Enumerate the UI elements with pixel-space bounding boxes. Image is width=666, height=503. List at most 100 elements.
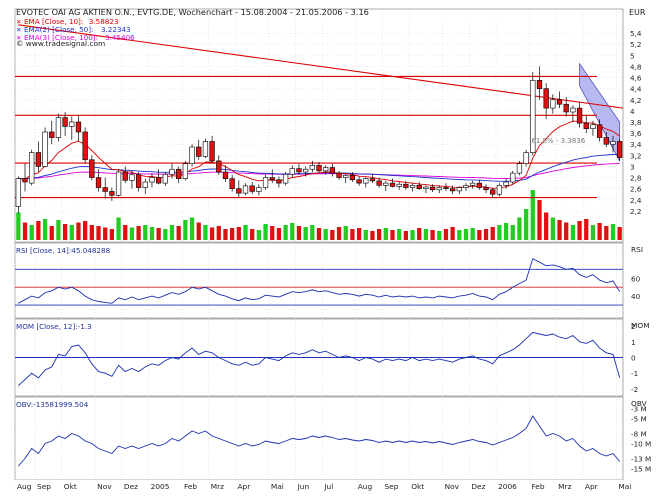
price-y-tick-label: 3,2 [630, 151, 641, 160]
candle-body [356, 179, 362, 184]
candle-body [470, 182, 476, 186]
candle-body [122, 171, 128, 181]
candle-body [343, 175, 349, 178]
candle-body [516, 163, 523, 174]
x-tick-label: Aug [17, 482, 32, 491]
price-y-tick-label: 5,4 [630, 29, 642, 38]
candle-body [276, 179, 282, 184]
price-y-tick-label: 5 [630, 51, 635, 60]
volume-bar [16, 212, 21, 240]
price-y-tick-label: 3 [630, 162, 635, 171]
candle-body [349, 175, 356, 181]
volume-bar [323, 229, 328, 240]
volume-bar [523, 209, 529, 240]
candle-body [396, 183, 402, 187]
volume-bar [483, 229, 489, 240]
obv-axis-label: OBV [631, 399, 647, 408]
volume-bar [450, 227, 455, 240]
candle-body [463, 185, 469, 188]
x-tick-label: Jun [297, 482, 310, 491]
volume-bar [42, 219, 48, 240]
candle-body [376, 180, 382, 186]
obv-y-tick-label: -13 M [631, 455, 651, 464]
chart-window: Aug Sep Okt Nov Dez 2005 Feb Mrz Apr Mai Jun Jul Aug… [0, 0, 666, 499]
volume-bar [356, 228, 362, 240]
price-y-tick-label: 4,4 [630, 85, 642, 94]
volume-bar [403, 231, 408, 240]
obv-y-tick-label: -5 M [631, 415, 647, 424]
volume-bar [83, 221, 88, 240]
candle-body [189, 146, 195, 164]
volume-bar [350, 229, 355, 240]
candle-body [82, 131, 88, 161]
candle-body [543, 88, 549, 109]
volume-bar [430, 230, 435, 240]
volume-bar [597, 223, 602, 240]
volume-bar [143, 225, 148, 240]
source-credit: © www.tradesignal.com [16, 39, 105, 48]
fibonacci-annotation: 61.8% - 3.3836 [531, 137, 585, 145]
volume-bar [109, 229, 115, 240]
volume-bar [490, 227, 495, 240]
volume-bar [570, 225, 576, 240]
volume-bar [517, 217, 522, 240]
volume-bar [590, 225, 596, 240]
candle-body [229, 178, 235, 189]
x-tick-label: Feb [531, 482, 544, 491]
currency-label: EUR [629, 8, 646, 17]
candle-body [169, 168, 175, 175]
candle-body [75, 121, 82, 133]
candle-body [95, 177, 102, 188]
volume-bar [183, 220, 188, 240]
candle-body [556, 99, 563, 105]
price-y-tick-label: 2,2 [630, 207, 641, 216]
volume-bar [230, 228, 235, 240]
candle-body [329, 167, 336, 174]
candle-body [323, 167, 329, 172]
candle-body [416, 185, 422, 189]
candle-body [523, 152, 529, 164]
candle-body [196, 146, 202, 157]
volume-bar [330, 230, 335, 240]
candle-body [617, 141, 623, 158]
volume-bar [417, 228, 422, 240]
obv-y-tick-label: -8 M [631, 430, 647, 439]
volume-bar [537, 200, 542, 240]
x-tick-label: Nov [97, 482, 112, 491]
volume-bar [169, 225, 175, 240]
candle-body [510, 172, 516, 183]
candle-body [336, 172, 342, 178]
volume-bar [383, 228, 388, 240]
candle-body [490, 189, 496, 195]
mom-y-tick-label: -2 [631, 385, 638, 394]
volume-bar [316, 228, 322, 240]
volume-bar [363, 230, 368, 240]
x-tick-label: Okt [411, 482, 424, 491]
price-y-tick-label: 4 [630, 107, 635, 116]
volume-bar [550, 217, 555, 240]
candle-body [262, 177, 269, 188]
candle-body [550, 99, 556, 109]
volume-bar [250, 229, 255, 240]
volume-bar [149, 227, 155, 240]
volume-bar [577, 221, 582, 240]
legend-value: 3.45406 [105, 33, 135, 42]
candle-body [176, 168, 182, 179]
candle-body [363, 178, 369, 184]
candle-body [49, 131, 55, 138]
candle-body [302, 168, 309, 173]
volume-bar [397, 229, 402, 240]
volume-bar [69, 225, 74, 240]
volume-bar [376, 229, 382, 240]
x-tick-label: Sep [384, 482, 398, 491]
candle-body [409, 185, 416, 188]
volume-bar [76, 222, 81, 240]
volume-bar [423, 229, 429, 240]
candle-body [102, 187, 108, 192]
volume-bar [303, 227, 308, 240]
candle-body [423, 186, 429, 189]
volume-bar [604, 226, 609, 240]
volume-bar [270, 226, 275, 240]
price-y-tick-label: 4,6 [630, 74, 642, 83]
candle-body [202, 141, 209, 157]
